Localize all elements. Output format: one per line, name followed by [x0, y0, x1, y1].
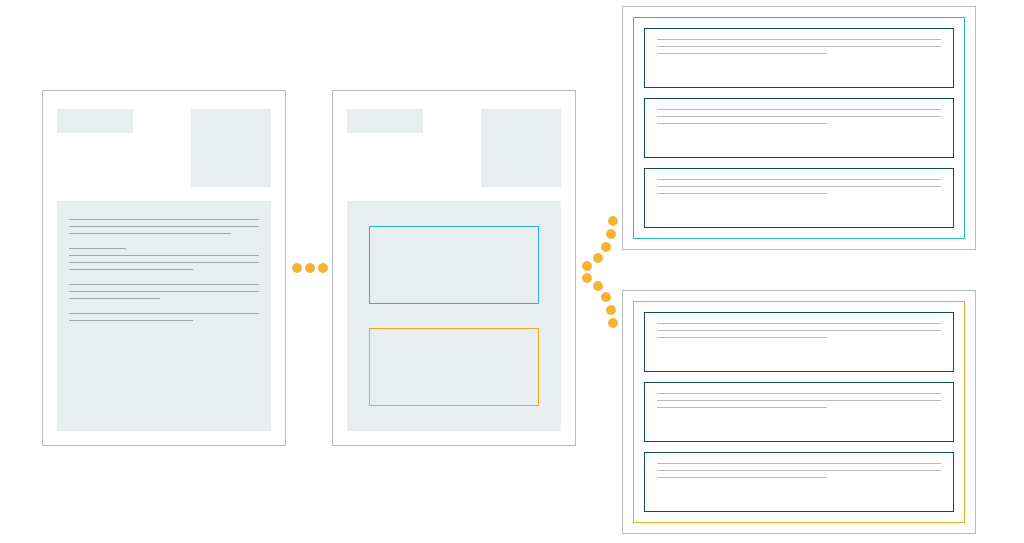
connector-dot-icon — [601, 292, 611, 302]
result-card — [644, 312, 954, 372]
result-card — [644, 168, 954, 228]
title-placeholder — [347, 109, 423, 133]
connector-dot-icon — [305, 263, 315, 273]
image-placeholder — [191, 109, 271, 187]
slot-amber — [369, 328, 539, 406]
output-panel-amber — [622, 290, 976, 534]
connector-dot-icon — [292, 263, 302, 273]
amber-frame — [633, 301, 965, 523]
connector-dot-icon — [601, 242, 611, 252]
result-card — [644, 452, 954, 512]
slot-teal — [369, 226, 539, 304]
connector-dot-icon — [582, 273, 592, 283]
connector-dot-icon — [608, 216, 618, 226]
connector-dot-icon — [582, 261, 592, 271]
connector-dot-icon — [606, 305, 616, 315]
connector-dot-icon — [593, 281, 603, 291]
connector-dot-icon — [318, 263, 328, 273]
result-card — [644, 28, 954, 88]
source-document-panel — [42, 90, 286, 446]
result-card — [644, 98, 954, 158]
template-document-panel — [332, 90, 576, 446]
image-placeholder — [481, 109, 561, 187]
connector-dot-icon — [608, 318, 618, 328]
slot-container — [347, 201, 561, 431]
output-panel-teal — [622, 6, 976, 250]
teal-frame — [633, 17, 965, 239]
result-card — [644, 382, 954, 442]
body-placeholder — [57, 201, 271, 431]
connector-dot-icon — [606, 229, 616, 239]
diagram-canvas — [0, 0, 1024, 543]
connector-dot-icon — [593, 253, 603, 263]
title-placeholder — [57, 109, 133, 133]
